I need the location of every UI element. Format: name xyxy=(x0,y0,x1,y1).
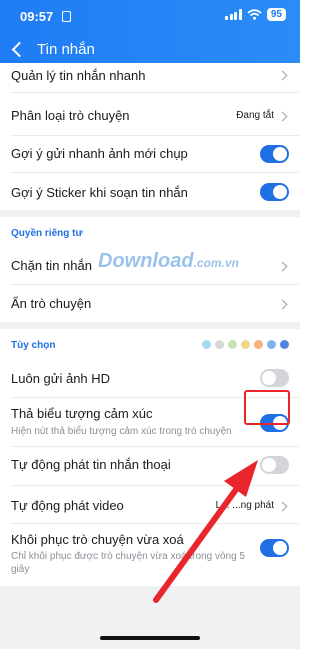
annotation-arrow xyxy=(153,460,258,603)
home-indicator xyxy=(100,636,200,640)
